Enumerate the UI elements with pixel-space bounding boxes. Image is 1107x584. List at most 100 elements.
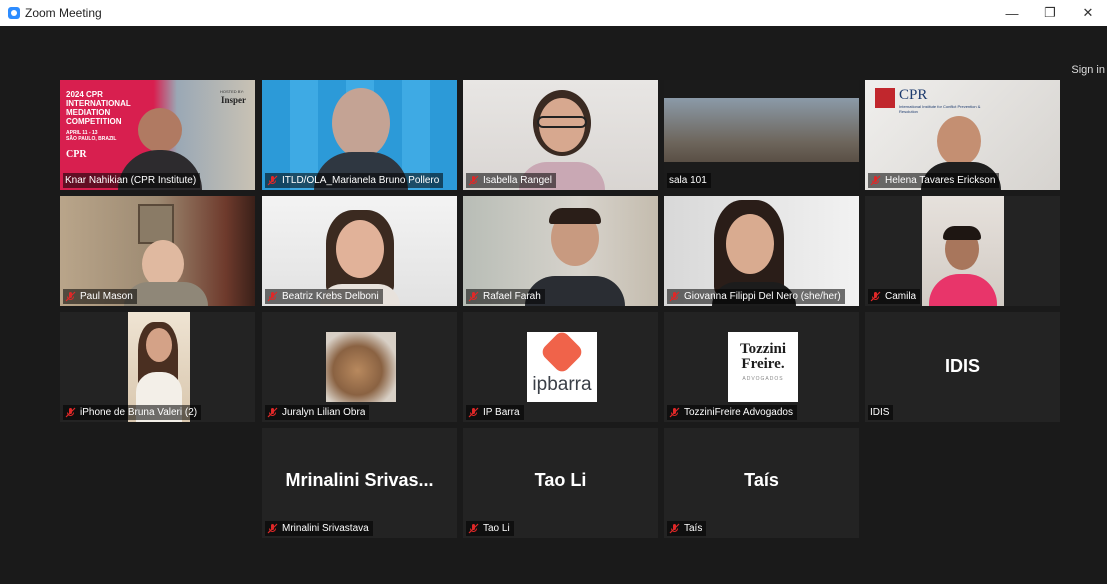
video-tile-5[interactable]: CPR International Institute for Conflict… xyxy=(865,80,1060,190)
nameplate: Giovanna Filippi Del Nero (she/her) xyxy=(667,289,845,304)
participant-hair xyxy=(943,226,981,240)
video-tile-18[interactable]: Taís Taís xyxy=(664,428,859,538)
video-tile-12[interactable]: Juralyn Lilian Obra xyxy=(262,312,457,422)
participant-display-name: Taís xyxy=(744,470,779,490)
nameplate: IP Barra xyxy=(466,405,524,420)
tozzini-logo-subtitle: ADVOGADOS xyxy=(742,376,784,382)
muted-mic-icon xyxy=(468,175,479,186)
participant-name: TozziniFreire Advogados xyxy=(684,407,793,418)
participant-display-name: Tao Li xyxy=(534,470,587,490)
video-tile-3[interactable]: Isabella Rangel xyxy=(463,80,658,190)
video-tile-15[interactable]: IDIS IDIS xyxy=(865,312,1060,422)
participant-name: Camila xyxy=(885,291,917,302)
video-tile-16[interactable]: Mrinalini Srivas... Mrinalini Srivastava xyxy=(262,428,457,538)
restore-button[interactable]: ❐ xyxy=(1031,0,1069,26)
nameplate: iPhone de Bruna Valeri (2) xyxy=(63,405,202,420)
participant-name: Helena Tavares Erickson xyxy=(885,175,996,186)
title-bar: Zoom Meeting — ❐ ✕ xyxy=(0,0,1107,26)
muted-mic-icon xyxy=(65,291,76,302)
muted-mic-icon xyxy=(468,523,479,534)
video-tile-13[interactable]: ipbarra IP Barra xyxy=(463,312,658,422)
video-tile-17[interactable]: Tao Li Tao Li xyxy=(463,428,658,538)
participant-face xyxy=(726,214,774,274)
window-title: Zoom Meeting xyxy=(25,6,102,20)
muted-mic-icon xyxy=(267,407,278,418)
cpr-logo-icon xyxy=(875,88,895,108)
participant-name: Juralyn Lilian Obra xyxy=(282,407,366,418)
host-logo: Insper xyxy=(221,95,247,105)
participant-name: Beatriz Krebs Delboni xyxy=(282,291,379,302)
cpr-logo-text: CPR xyxy=(899,87,928,103)
nameplate: Helena Tavares Erickson xyxy=(868,173,1000,188)
muted-mic-icon xyxy=(870,175,881,186)
nameplate: Isabella Rangel xyxy=(466,173,556,188)
participant-name: IDIS xyxy=(870,407,890,418)
participant-face xyxy=(142,240,184,288)
muted-mic-icon xyxy=(267,523,278,534)
sign-in-link[interactable]: Sign in xyxy=(1071,64,1105,76)
video-tile-10[interactable]: Camila xyxy=(865,196,1060,306)
participant-name: sala 101 xyxy=(669,175,707,186)
nameplate: Beatriz Krebs Delboni xyxy=(265,289,383,304)
participant-face xyxy=(336,220,384,278)
nameplate: IDIS xyxy=(868,405,894,420)
muted-mic-icon xyxy=(669,291,680,302)
participant-name: Taís xyxy=(684,523,703,534)
muted-mic-icon xyxy=(870,291,881,302)
video-tile-4[interactable]: sala 101 xyxy=(664,80,859,190)
muted-mic-icon xyxy=(669,523,680,534)
participant-name: iPhone de Bruna Valeri (2) xyxy=(80,407,198,418)
participant-face xyxy=(332,88,390,158)
participant-name: Mrinalini Srivastava xyxy=(282,523,369,534)
cat-avatar-image xyxy=(326,332,396,402)
participant-name: Paul Mason xyxy=(80,291,133,302)
participant-name: ITLD/OLA_Marianela Bruno Pollero xyxy=(282,175,440,186)
nameplate: Mrinalini Srivastava xyxy=(265,521,373,536)
nameplate: Taís xyxy=(667,521,707,536)
glasses xyxy=(537,116,587,128)
banner-text: 2024 CPR INTERNATIONAL MEDIATION COMPETI… xyxy=(66,90,131,160)
nameplate: Paul Mason xyxy=(63,289,137,304)
muted-mic-icon xyxy=(267,175,278,186)
participant-face xyxy=(937,116,981,166)
muted-mic-icon xyxy=(468,291,479,302)
minimize-button[interactable]: — xyxy=(993,0,1031,26)
nameplate: TozziniFreire Advogados xyxy=(667,405,797,420)
participant-name: Giovanna Filippi Del Nero (she/her) xyxy=(684,291,841,302)
nameplate: Knar Nahikian (CPR Institute) xyxy=(63,173,201,188)
video-tile-7[interactable]: Beatriz Krebs Delboni xyxy=(262,196,457,306)
participant-name: Rafael Farah xyxy=(483,291,541,302)
participant-name: Tao Li xyxy=(483,523,510,534)
nameplate: ITLD/OLA_Marianela Bruno Pollero xyxy=(265,173,444,188)
video-tile-11[interactable]: iPhone de Bruna Valeri (2) xyxy=(60,312,255,422)
video-tile-14[interactable]: Tozzini Freire. ADVOGADOS TozziniFreire … xyxy=(664,312,859,422)
cpr-logo-subtitle: International Institute for Conflict Pre… xyxy=(899,104,981,114)
muted-mic-icon xyxy=(669,407,680,418)
nameplate: Camila xyxy=(868,289,921,304)
tozzini-logo-text: Tozzini Freire. xyxy=(739,341,787,372)
nameplate: Rafael Farah xyxy=(466,289,545,304)
participant-face xyxy=(146,328,172,362)
video-tile-2[interactable]: ITLD/OLA_Marianela Bruno Pollero xyxy=(262,80,457,190)
participant-face xyxy=(138,108,182,152)
participant-name: IP Barra xyxy=(483,407,520,418)
close-button[interactable]: ✕ xyxy=(1069,0,1107,26)
window-controls: — ❐ ✕ xyxy=(993,0,1107,26)
zoom-logo-icon xyxy=(8,7,20,19)
participant-name: Knar Nahikian (CPR Institute) xyxy=(65,175,197,186)
nameplate: Juralyn Lilian Obra xyxy=(265,405,370,420)
video-tile-6[interactable]: Paul Mason xyxy=(60,196,255,306)
video-tile-1[interactable]: 2024 CPR INTERNATIONAL MEDIATION COMPETI… xyxy=(60,80,255,190)
nameplate: Tao Li xyxy=(466,521,514,536)
participant-hair xyxy=(549,208,601,224)
muted-mic-icon xyxy=(468,407,479,418)
hosted-by-label: HOSTED BY: xyxy=(220,89,245,94)
muted-mic-icon xyxy=(65,407,76,418)
participant-name: Isabella Rangel xyxy=(483,175,552,186)
participant-display-name: Mrinalini Srivas... xyxy=(285,470,434,490)
video-tile-8[interactable]: Rafael Farah xyxy=(463,196,658,306)
muted-mic-icon xyxy=(267,291,278,302)
video-tile-9[interactable]: Giovanna Filippi Del Nero (she/her) xyxy=(664,196,859,306)
room-feed xyxy=(664,98,859,162)
nameplate: sala 101 xyxy=(667,173,711,188)
